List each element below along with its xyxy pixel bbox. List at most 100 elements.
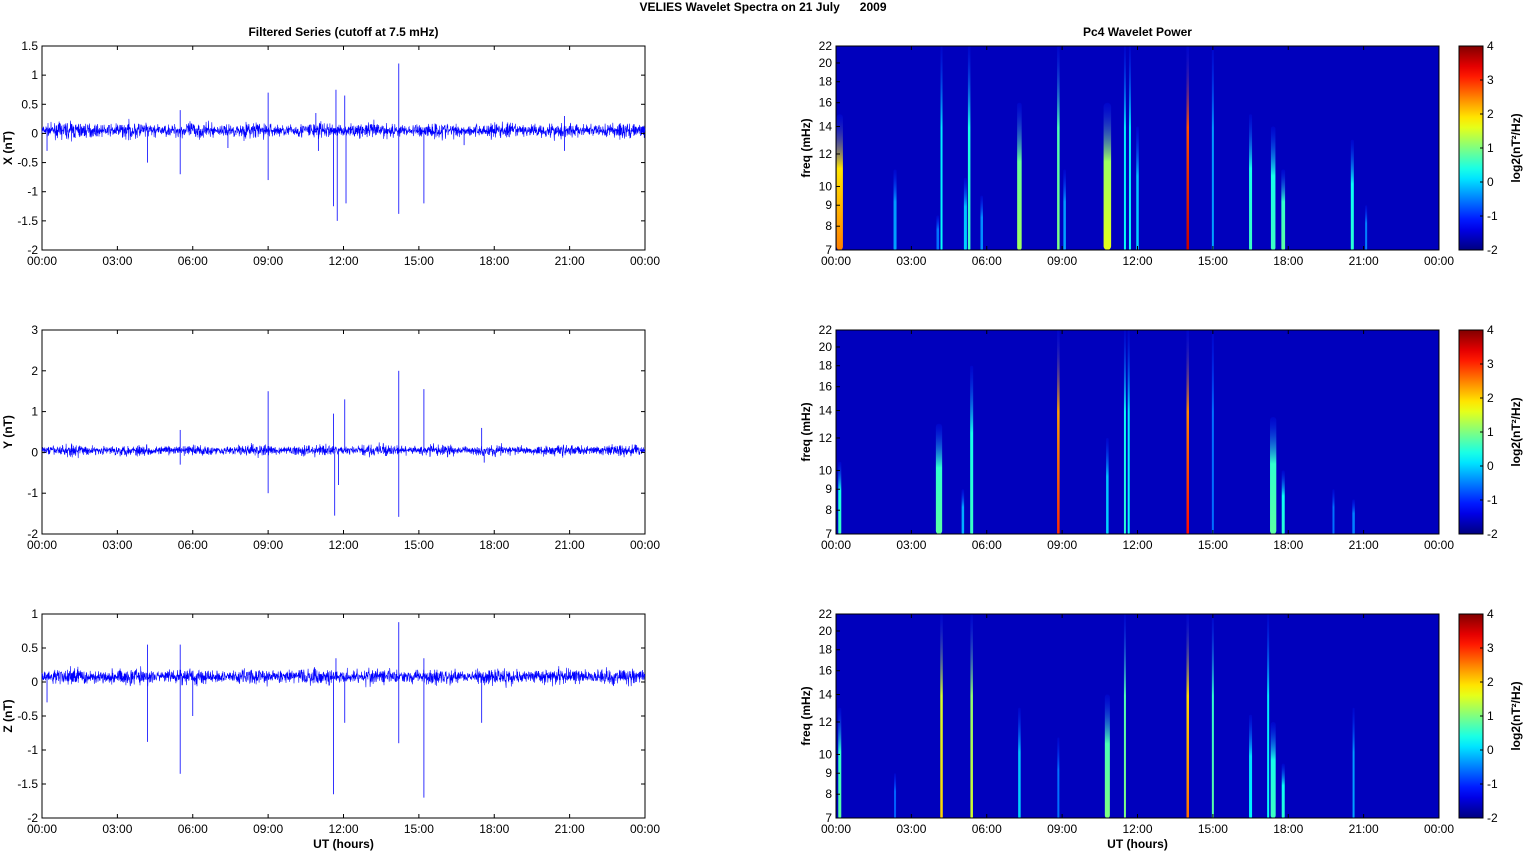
power-event-mark	[1249, 114, 1253, 250]
x-tick-label: 00:00	[27, 254, 57, 268]
figure-title: VELIES Wavelet Spectra on 21 July 2009	[639, 0, 887, 14]
power-event-mark	[1281, 470, 1285, 534]
x-tick-label: 06:00	[178, 538, 208, 552]
y-axis-label: freq (mHz)	[799, 402, 813, 461]
colorbar: -2 -1 0 1 2 3 4 log2(nT²/Hz)	[1458, 323, 1523, 541]
y-tick-label: 10	[819, 179, 833, 193]
power-event-mark	[1063, 169, 1066, 250]
colorbar-tick-label: 1	[1487, 709, 1494, 723]
x-tick-label: 00:00	[821, 538, 851, 552]
colorbar-tick-label: 0	[1487, 743, 1494, 757]
x-tick-label: 00:00	[630, 254, 660, 268]
y-tick-label: 1	[31, 405, 38, 419]
y-tick-label: 8	[825, 503, 832, 517]
power-event-mark	[980, 195, 983, 250]
power-event-mark	[1270, 721, 1276, 818]
x-tick-label: 06:00	[178, 822, 208, 836]
colorbar: -2 -1 0 1 2 3 4 log2(nT²/Hz)	[1458, 607, 1523, 825]
power-event-mark	[1106, 437, 1109, 534]
y-tick-label: -1	[27, 743, 38, 757]
x-tick-label: 03:00	[102, 822, 132, 836]
y-axis-label: freq (mHz)	[799, 686, 813, 745]
y-tick-label: 10	[819, 747, 833, 761]
x-tick-label: 18:00	[479, 822, 509, 836]
power-event-mark	[1270, 126, 1276, 250]
power-event-mark	[1103, 102, 1112, 250]
x-tick-label: 06:00	[178, 254, 208, 268]
y-tick-label: 20	[819, 624, 833, 638]
power-event-mark	[940, 46, 943, 250]
y-tick-label: 20	[819, 340, 833, 354]
x-tick-label: 21:00	[555, 822, 585, 836]
y-tick-label: 8	[825, 219, 832, 233]
spectrum-panel-x: 78910121416182022freq (mHz)00:00 03:00 06:…	[799, 39, 1523, 268]
y-tick-label: 3	[31, 323, 38, 337]
series-panel-z: -2-1.5-1-0.500.51Z (nT)00:00 03:00 06:00 09…	[1, 607, 660, 851]
x-tick-label: 18:00	[1273, 822, 1303, 836]
colorbar-tick-label: -2	[1487, 811, 1498, 825]
y-tick-label: 14	[819, 404, 833, 418]
y-tick-label: 22	[819, 39, 833, 53]
y-tick-label: 16	[819, 96, 833, 110]
x-tick-label: 21:00	[555, 538, 585, 552]
x-tick-label: 12:00	[328, 254, 358, 268]
x-tick-label: 12:00	[1122, 538, 1152, 552]
power-event-mark	[1127, 330, 1130, 534]
power-event-mark	[940, 614, 943, 818]
x-axis-label: UT (hours)	[1107, 837, 1168, 851]
power-event-mark	[1057, 737, 1060, 818]
x-tick-label: 09:00	[1047, 822, 1077, 836]
colorbar-tick-label: 3	[1487, 73, 1494, 87]
x-tick-label: 15:00	[1198, 538, 1228, 552]
y-axis-label: Y (nT)	[1, 415, 15, 449]
colorbar-tick-label: -1	[1487, 777, 1498, 791]
y-tick-label: 18	[819, 643, 833, 657]
power-event-mark	[963, 177, 967, 250]
power-event-mark	[1057, 46, 1060, 250]
y-tick-label: 0.5	[21, 97, 38, 111]
figure-canvas: -2 -1.5 -1 -0.5 0 0.5 1 1.5 X (nT) 00:00 03:00 06:0…	[1, 25, 1523, 851]
x-tick-label: 06:00	[972, 254, 1002, 268]
x-tick-label: 18:00	[479, 254, 509, 268]
power-event-mark	[1136, 126, 1139, 250]
x-tick-label: 06:00	[972, 822, 1002, 836]
x-tick-label: 03:00	[102, 254, 132, 268]
right-panel-title: Pc4 Wavelet Power	[1083, 25, 1192, 39]
power-event-mark	[1267, 614, 1270, 818]
y-tick-label: -1	[27, 486, 38, 500]
power-event-mark	[1104, 694, 1110, 818]
power-event-mark	[836, 114, 843, 250]
colorbar-gradient	[1458, 613, 1484, 819]
y-tick-label: -1.5	[17, 214, 38, 228]
y-tick-label: 22	[819, 323, 833, 337]
spectrum-panel-z: 78910121416182022freq (mHz)00:00 03:00 06:…	[799, 607, 1523, 851]
power-event-mark	[1211, 614, 1214, 818]
x-tick-label: 06:00	[972, 538, 1002, 552]
x-tick-label: 21:00	[1349, 822, 1379, 836]
y-tick-label: 18	[819, 359, 833, 373]
power-event-mark	[961, 489, 965, 534]
plot-area	[41, 329, 646, 535]
y-tick-label: 12	[819, 431, 833, 445]
power-event-mark	[1281, 169, 1286, 250]
plot-area	[41, 613, 646, 819]
y-tick-label: 18	[819, 75, 833, 89]
power-event-mark	[967, 46, 971, 250]
colorbar-tick-label: 4	[1487, 607, 1494, 621]
x-tick-label: 12:00	[328, 538, 358, 552]
x-tick-label: 03:00	[102, 538, 132, 552]
x-tick-label: 21:00	[1349, 538, 1379, 552]
y-tick-label: 16	[819, 664, 833, 678]
y-tick-label: 9	[825, 766, 832, 780]
colorbar-gradient	[1458, 329, 1484, 535]
x-tick-label: 00:00	[1424, 254, 1454, 268]
x-tick-label: 00:00	[1424, 538, 1454, 552]
left-panel-title: Filtered Series (cutoff at 7.5 mHz)	[248, 25, 438, 39]
spectrum-background	[836, 330, 1439, 534]
x-tick-label: 15:00	[1198, 822, 1228, 836]
x-tick-label: 00:00	[821, 822, 851, 836]
y-tick-label: 22	[819, 607, 833, 621]
colorbar-tick-label: 2	[1487, 391, 1494, 405]
x-tick-label: 00:00	[821, 254, 851, 268]
x-tick-label: 03:00	[896, 538, 926, 552]
